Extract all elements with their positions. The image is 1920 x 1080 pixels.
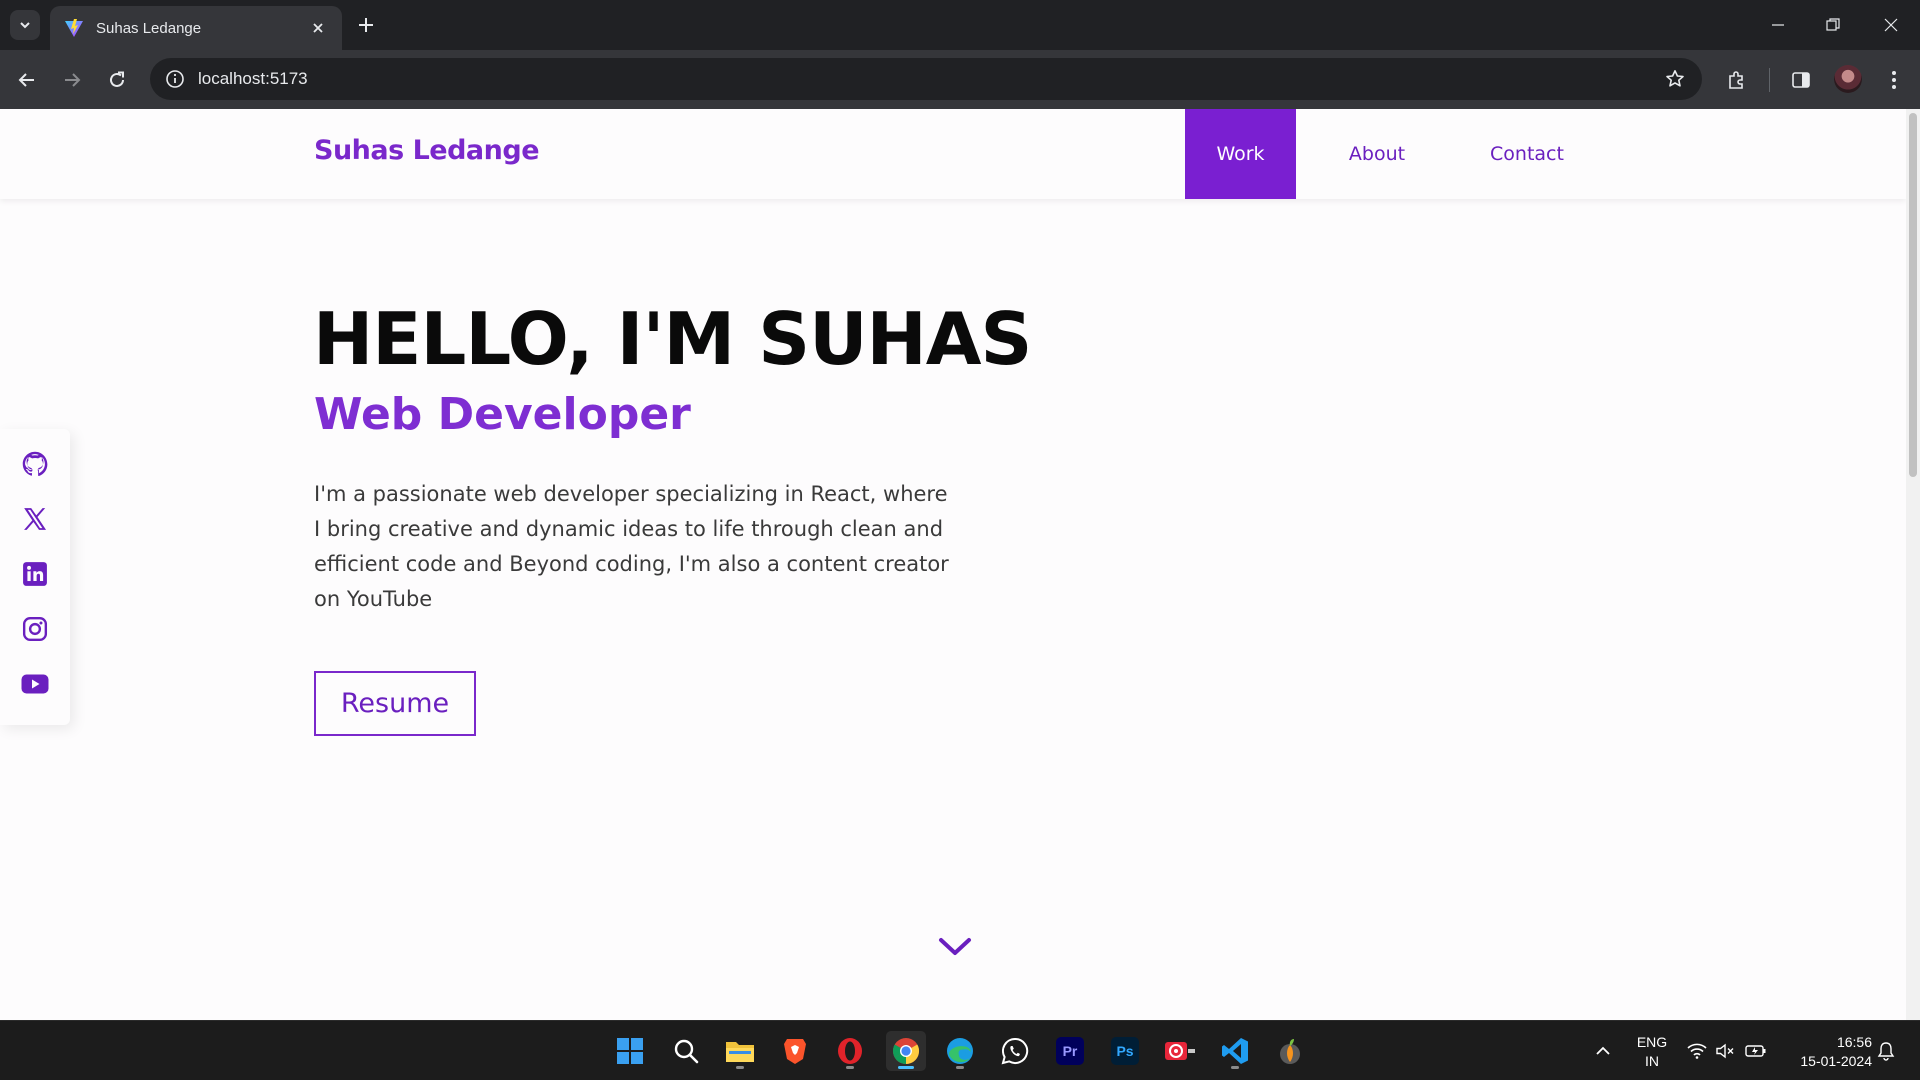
clock[interactable]: 16:56 15-01-2024	[1782, 1033, 1872, 1071]
new-tab-icon[interactable]	[354, 13, 378, 37]
page-scrollbar[interactable]	[1906, 109, 1920, 1020]
profile-avatar[interactable]	[1834, 65, 1862, 93]
back-icon[interactable]	[13, 66, 41, 94]
close-window-icon[interactable]	[1878, 12, 1904, 38]
premiere-label: Pr	[1056, 1037, 1084, 1065]
forward-icon[interactable]	[58, 66, 86, 94]
hero-subtitle: Web Developer	[314, 389, 691, 440]
clock-date: 15-01-2024	[1800, 1053, 1872, 1069]
whatsapp-icon[interactable]	[995, 1031, 1035, 1071]
nav-contact-link[interactable]: Contact	[1472, 109, 1582, 199]
url-text[interactable]: localhost:5173	[198, 69, 1662, 89]
scroll-down-chevron-icon[interactable]	[938, 935, 972, 959]
social-links-bar	[0, 429, 70, 725]
youtube-icon[interactable]	[20, 669, 50, 699]
browser-tab-bar: Suhas Ledange	[0, 0, 1920, 50]
minimize-icon[interactable]	[1765, 12, 1791, 38]
wifi-icon[interactable]	[1686, 1041, 1708, 1061]
nav-work-link[interactable]: Work	[1185, 109, 1296, 199]
photoshop-label: Ps	[1111, 1037, 1139, 1065]
menu-kebab-icon[interactable]	[1880, 66, 1908, 94]
site-brand-logo[interactable]: Suhas Ledange	[314, 135, 540, 166]
fl-studio-icon[interactable]	[1160, 1031, 1200, 1071]
restore-icon[interactable]	[1820, 12, 1846, 38]
browser-tab[interactable]: Suhas Ledange	[50, 6, 342, 50]
resume-button[interactable]: Resume	[314, 671, 476, 736]
language-label: ENG	[1636, 1034, 1668, 1050]
chevron-down-icon	[20, 22, 30, 29]
notifications-bell-icon[interactable]	[1875, 1041, 1897, 1061]
close-tab-icon[interactable]	[308, 18, 328, 38]
x-twitter-icon[interactable]	[20, 504, 50, 534]
language-indicator[interactable]: ENG IN	[1630, 1033, 1674, 1071]
search-icon[interactable]	[666, 1031, 706, 1071]
hero-description: I'm a passionate web developer specializ…	[314, 482, 949, 611]
reload-icon[interactable]	[103, 66, 131, 94]
region-label: IN	[1645, 1053, 1659, 1069]
nav-about-link[interactable]: About	[1327, 109, 1427, 199]
site-header: Suhas Ledange Work About Contact	[0, 109, 1906, 199]
chrome-icon[interactable]	[886, 1031, 926, 1071]
vite-favicon-icon	[65, 19, 83, 37]
windows-taskbar: Pr Ps ENG IN 16:56 15-01-2024	[0, 1020, 1920, 1080]
fl-studio-fruit-icon[interactable]	[1270, 1031, 1310, 1071]
instagram-icon[interactable]	[20, 614, 50, 644]
vscode-icon[interactable]	[1215, 1031, 1255, 1071]
volume-muted-icon[interactable]	[1715, 1041, 1737, 1061]
side-panel-icon[interactable]	[1787, 66, 1815, 94]
address-bar[interactable]: localhost:5173	[150, 58, 1702, 100]
scrollbar-thumb[interactable]	[1909, 113, 1917, 477]
linkedin-icon[interactable]	[20, 559, 50, 589]
github-icon[interactable]	[20, 449, 50, 479]
tab-search-button[interactable]	[10, 10, 40, 40]
show-hidden-icons-chevron-icon[interactable]	[1592, 1041, 1614, 1061]
file-explorer-icon[interactable]	[720, 1031, 760, 1071]
extensions-icon[interactable]	[1722, 66, 1750, 94]
opera-icon[interactable]	[830, 1031, 870, 1071]
toolbar-divider	[1769, 68, 1770, 92]
hero-title: HELLO, I'M SUHAS	[313, 297, 1032, 381]
bookmark-star-icon[interactable]	[1662, 66, 1688, 92]
battery-charging-icon[interactable]	[1745, 1041, 1767, 1061]
premiere-pro-icon[interactable]: Pr	[1050, 1031, 1090, 1071]
page-viewport: Suhas Ledange Work About Contact HELLO, …	[0, 109, 1906, 1020]
clock-time: 16:56	[1836, 1034, 1872, 1050]
brave-icon[interactable]	[775, 1031, 815, 1071]
photoshop-icon[interactable]: Ps	[1105, 1031, 1145, 1071]
edge-icon[interactable]	[940, 1031, 980, 1071]
site-info-icon[interactable]	[164, 68, 186, 90]
start-icon[interactable]	[610, 1031, 650, 1071]
browser-toolbar: localhost:5173	[0, 50, 1920, 109]
tab-title: Suhas Ledange	[96, 19, 202, 37]
